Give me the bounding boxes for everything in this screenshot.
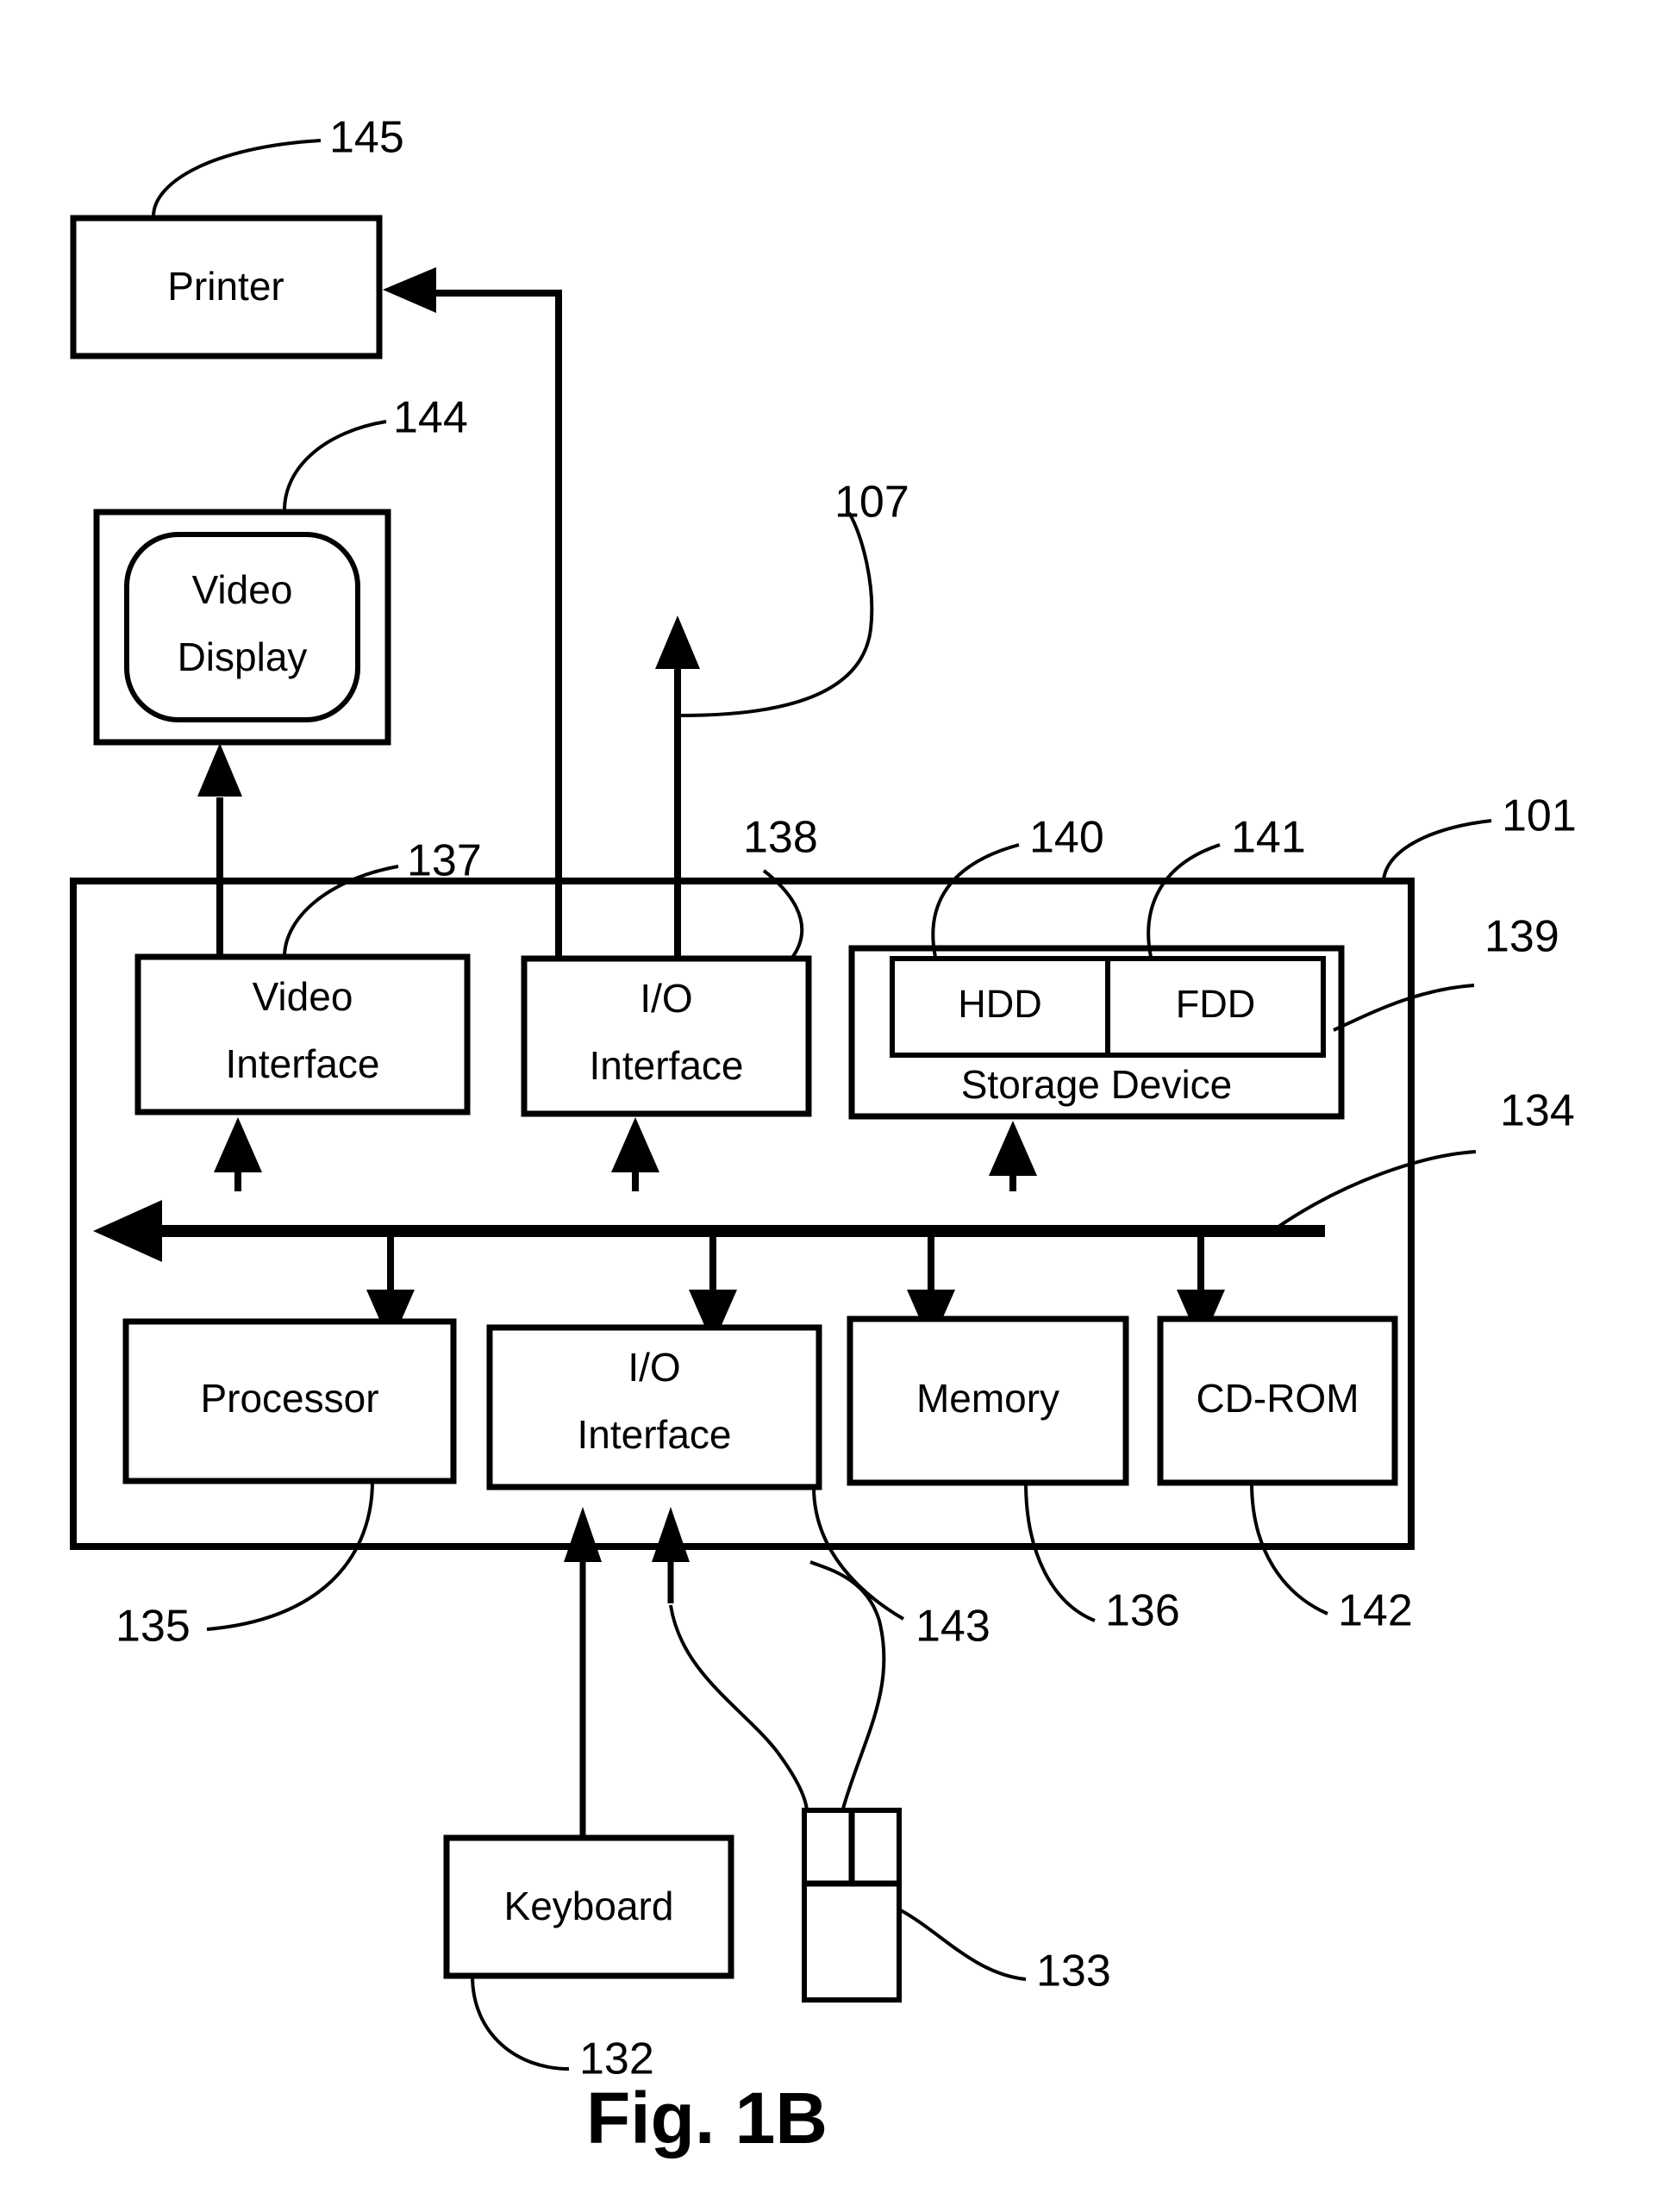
video-interface-label-line1: Video: [253, 974, 353, 1019]
ref-num-138: 138: [743, 813, 818, 863]
leader-133: 133: [898, 1908, 1111, 1996]
cdrom-label: CD-ROM: [1196, 1376, 1359, 1421]
video-interface-up-arrowhead: [214, 1117, 262, 1172]
patent-figure-1b: Printer 145 Video Display 144 107 101 Vi…: [0, 0, 1656, 2212]
io-interface-top-label-line1: I/O: [640, 976, 692, 1021]
video-display-label-line2: Display: [178, 634, 308, 679]
bus-to-video-interface: [214, 1117, 262, 1191]
block-diagram-svg: Printer 145 Video Display 144 107 101 Vi…: [70, 113, 1577, 2159]
io-interface-bottom-label-line1: I/O: [628, 1345, 680, 1390]
ref-num-145: 145: [329, 113, 404, 163]
leader-132: 132: [471, 1975, 654, 2084]
bus-to-storage-device: [989, 1121, 1037, 1191]
ref-num-142: 142: [1338, 1586, 1413, 1636]
leader-143: 143: [812, 1486, 990, 1652]
memory-block: Memory: [847, 1315, 1129, 1486]
io-interface-top-label-line2: Interface: [590, 1043, 744, 1088]
leader-142: 142: [1250, 1482, 1413, 1636]
leader-141: 141: [1147, 813, 1306, 958]
figure-caption: Fig. 1B: [586, 2078, 828, 2159]
bus-to-io-interface-top: [611, 1117, 659, 1191]
processor-block: Processor: [122, 1318, 457, 1484]
printer-arrowhead: [383, 267, 436, 313]
keyboard-label: Keyboard: [504, 1884, 674, 1928]
ref-num-101: 101: [1502, 791, 1577, 841]
ref-num-143: 143: [915, 1602, 990, 1652]
video-display-arrowhead: [197, 743, 242, 797]
memory-label: Memory: [916, 1376, 1059, 1421]
mouse-block: [802, 1808, 902, 2003]
video-display-connection: [197, 743, 242, 957]
mouse-connection: [652, 1507, 886, 1811]
leader-101: 101: [1382, 791, 1577, 880]
printer-block: Printer: [70, 215, 383, 359]
ref-num-140: 140: [1029, 813, 1104, 863]
keyboard-arrowhead: [564, 1507, 602, 1562]
ref-num-139: 139: [1484, 912, 1559, 962]
fdd-label: FDD: [1176, 982, 1255, 1026]
io-interface-bottom-label-line2: Interface: [578, 1412, 732, 1457]
ref-num-144: 144: [393, 393, 468, 443]
ref-num-137: 137: [407, 836, 482, 886]
leader-136: 136: [1024, 1482, 1180, 1636]
storage-up-arrowhead: [989, 1121, 1037, 1176]
keyboard-block: Keyboard: [443, 1834, 734, 1979]
leader-144: 144: [283, 393, 468, 511]
video-interface-label-line2: Interface: [226, 1041, 380, 1086]
ref-num-107: 107: [834, 478, 909, 528]
processor-label: Processor: [200, 1376, 378, 1421]
mouse-arrowhead: [652, 1507, 690, 1562]
leader-135: 135: [116, 1480, 374, 1652]
ref-num-134: 134: [1500, 1086, 1575, 1136]
io-interface-top-block: I/O Interface: [521, 955, 812, 1117]
leader-140: 140: [931, 813, 1104, 958]
leader-138: 138: [743, 813, 818, 960]
keyboard-connection: [564, 1507, 602, 1836]
ref-num-136: 136: [1105, 1586, 1180, 1636]
ref-num-141: 141: [1231, 813, 1306, 863]
ref-num-135: 135: [116, 1602, 191, 1652]
video-display-screen: [124, 532, 360, 722]
leader-137: 137: [283, 836, 482, 958]
io-interface-bottom-block: I/O Interface: [486, 1324, 822, 1490]
storage-device-label: Storage Device: [961, 1062, 1233, 1107]
cdrom-block: CD-ROM: [1157, 1315, 1398, 1486]
ref-num-132: 132: [579, 2034, 654, 2084]
io-interface-top-up-arrowhead: [611, 1117, 659, 1172]
system-bus: [93, 1200, 1325, 1262]
printer-label: Printer: [167, 264, 284, 309]
leader-139: 139: [1333, 912, 1559, 1032]
video-interface-block: Video Interface: [134, 953, 471, 1115]
bus-left-arrowhead: [93, 1200, 162, 1262]
storage-device-block: HDD FDD Storage Device: [848, 945, 1345, 1120]
hdd-label: HDD: [958, 982, 1042, 1026]
video-display-block: Video Display: [93, 509, 391, 746]
network-arrowhead: [655, 615, 700, 669]
leader-145: 145: [152, 113, 404, 217]
video-display-label-line1: Video: [192, 567, 293, 612]
ref-num-133: 133: [1036, 1946, 1111, 1996]
